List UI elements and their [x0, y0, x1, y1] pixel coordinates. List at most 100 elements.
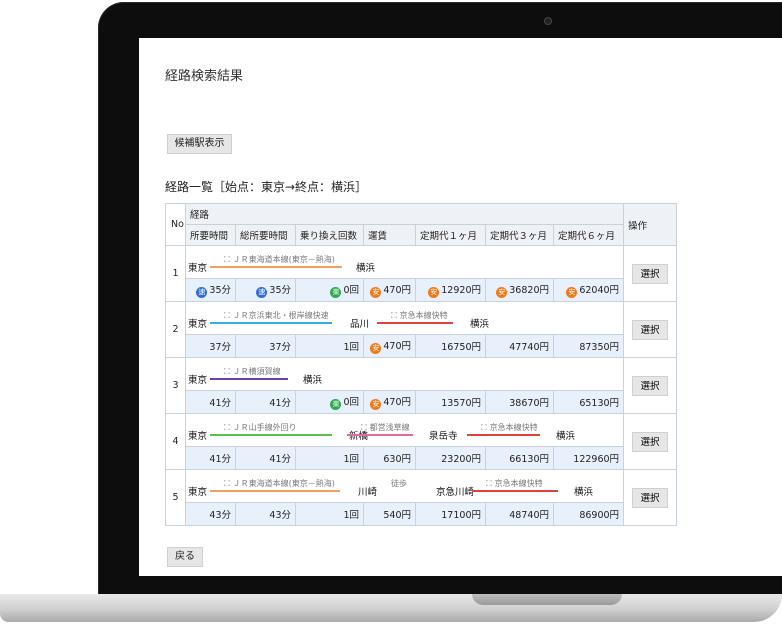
- route-fare: 安 470円: [363, 278, 416, 302]
- pass6-value: 87350円: [579, 342, 620, 353]
- station-name: 東京: [188, 375, 208, 386]
- route-total-time: 43分: [235, 502, 296, 526]
- route-fare-row: 41分 41分 1回 630円 23200円 66130円 122960円: [166, 446, 677, 470]
- candidate-stations-button[interactable]: 候補駅表示: [167, 134, 232, 154]
- select-route-button[interactable]: 選択: [632, 487, 669, 508]
- station-name: 京急川崎: [436, 487, 475, 498]
- route-pass3: 38670円: [485, 390, 554, 414]
- route-pass1: 23200円: [415, 446, 486, 470]
- route-pass3: 66130円: [485, 446, 554, 470]
- station-name: 東京: [188, 319, 208, 330]
- line-name: ⛶ ＪＲ山手線外回り: [224, 422, 297, 433]
- line-bar: [210, 490, 340, 492]
- route-pass6: 122960円: [552, 446, 625, 470]
- camera-icon: [544, 17, 552, 25]
- header-pass1: 定期代１ヶ月: [415, 224, 486, 246]
- route-no: 2: [165, 301, 186, 358]
- transfers-value: 1回: [343, 510, 359, 521]
- route-path-row: 5 東京 川崎 京急川崎 横浜 ⛶ ＪＲ東海道本線(東京－熱海) 徒歩 ⛶ 京急本線快特 選択: [165, 469, 678, 526]
- fare-value: 470円: [383, 397, 411, 408]
- line-bar: [347, 434, 413, 436]
- select-route-button[interactable]: 選択: [632, 263, 669, 284]
- route-time: 43分: [185, 502, 236, 526]
- easy-badge-icon: 楽: [330, 287, 342, 298]
- pass6-value: 122960円: [573, 454, 620, 465]
- route-total-time: 37分: [235, 334, 296, 358]
- time-value: 41分: [209, 398, 231, 409]
- pass3-value: 47740円: [509, 342, 549, 353]
- fast-badge-icon: 速: [196, 287, 208, 298]
- select-route-button[interactable]: 選択: [632, 431, 669, 452]
- station-name: 泉岳寺: [429, 431, 458, 442]
- total-time-value: 35分: [269, 285, 291, 296]
- header-transfers: 乗り換え回数: [295, 224, 364, 246]
- route-pass6: 65130円: [552, 390, 625, 414]
- line-name: ⛶ ＪＲ東海道本線(東京－熱海): [224, 254, 335, 265]
- route-pass6: 安 62040円: [552, 278, 625, 302]
- total-time-value: 43分: [269, 510, 291, 521]
- route-no: 4: [165, 413, 186, 470]
- laptop-base: [0, 594, 782, 622]
- header-fare: 運賃: [363, 224, 416, 246]
- line-label: ＪＲ山手線外回り: [232, 423, 297, 432]
- total-time-value: 41分: [269, 398, 291, 409]
- line-label: 徒歩: [391, 479, 407, 488]
- pass6-value: 62040円: [579, 285, 620, 296]
- line-bar: [467, 434, 540, 436]
- route-path: 東京 新橋 泉岳寺 横浜 ⛶ ＪＲ山手線外回り ⛶ 都営浅草線 ⛶ 京急本線快特: [184, 413, 625, 447]
- line-label: ＪＲ横須賀線: [232, 367, 281, 376]
- station-name: 横浜: [303, 375, 323, 386]
- train-icon: ⛶: [224, 255, 230, 264]
- line-label: 京急本線快特: [489, 423, 538, 432]
- train-icon: ⛶: [486, 479, 492, 488]
- line-label: ＪＲ京浜東北・根岸線快速: [232, 311, 329, 320]
- train-icon: ⛶: [224, 367, 230, 376]
- station-name: 川崎: [358, 487, 378, 498]
- pass3-value: 38670円: [509, 398, 549, 409]
- header-op: 操作: [623, 203, 678, 246]
- fare-value: 540円: [383, 510, 411, 521]
- transfers-value: 1回: [343, 342, 359, 353]
- train-icon: ⛶: [361, 423, 367, 432]
- time-value: 37分: [209, 342, 231, 353]
- line-name: ⛶ ＪＲ横須賀線: [224, 366, 281, 377]
- line-bar: [210, 322, 332, 324]
- route-path: 東京 品川 横浜 ⛶ ＪＲ京浜東北・根岸線快速 ⛶ 京急本線快特: [184, 301, 625, 335]
- laptop-notch: [472, 594, 622, 605]
- line-label: 京急本線快特: [494, 479, 543, 488]
- train-icon: ⛶: [481, 423, 487, 432]
- train-icon: ⛶: [391, 311, 397, 320]
- train-icon: ⛶: [224, 311, 230, 320]
- line-label: ＪＲ東海道本線(東京－熱海): [232, 255, 335, 264]
- route-pass3: 47740円: [485, 334, 554, 358]
- route-transfers: 1回: [295, 446, 364, 470]
- pass1-value: 16750円: [441, 342, 481, 353]
- line-name: 徒歩: [391, 478, 407, 489]
- select-route-button[interactable]: 選択: [632, 319, 669, 340]
- pass1-value: 12920円: [441, 285, 481, 296]
- route-fare: 安 470円: [363, 334, 416, 358]
- route-pass1: 17100円: [415, 502, 486, 526]
- station-name: 東京: [188, 431, 208, 442]
- route-transfers: 楽 0回: [295, 390, 364, 414]
- back-button[interactable]: 戻る: [167, 547, 203, 567]
- station-name: 横浜: [574, 487, 594, 498]
- route-pass3: 48740円: [485, 502, 554, 526]
- route-time: 41分: [185, 446, 236, 470]
- pass6-value: 86900円: [579, 510, 620, 521]
- easy-badge-icon: 楽: [330, 399, 342, 410]
- cheap-badge-icon: 安: [370, 287, 382, 298]
- route-fare-row: 37分 37分 1回安 470円 16750円 47740円 87350円: [166, 334, 677, 358]
- route-fare-row: 43分 43分 1回 540円 17100円 48740円 86900円: [166, 502, 677, 526]
- pass6-value: 65130円: [579, 398, 620, 409]
- route-pass1: 安 12920円: [415, 278, 486, 302]
- line-label: 京急本線快特: [399, 311, 448, 320]
- line-name: ⛶ 京急本線快特: [486, 478, 543, 489]
- train-icon: ⛶: [224, 479, 230, 488]
- select-route-button[interactable]: 選択: [632, 375, 669, 396]
- route-no: 5: [165, 469, 186, 526]
- route-path: 東京 横浜 ⛶ ＪＲ横須賀線: [184, 357, 625, 391]
- route-op-cell: 選択: [623, 245, 678, 302]
- route-list-heading: 経路一覧［始点：東京→終点：横浜］: [165, 180, 368, 194]
- route-transfers: 1回: [295, 334, 364, 358]
